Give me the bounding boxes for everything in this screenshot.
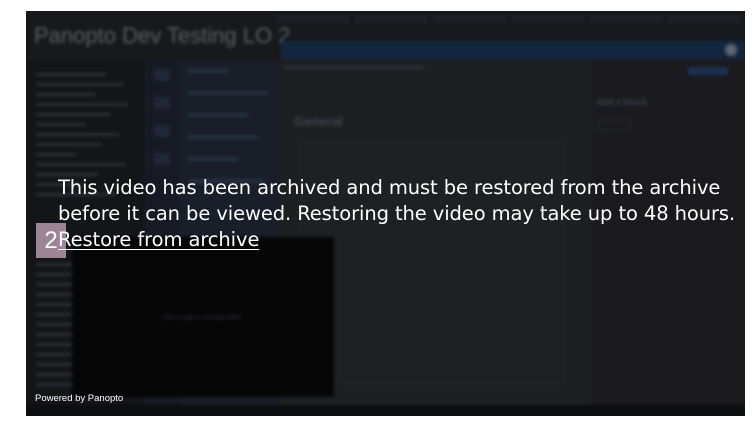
archive-message: This video has been archived and must be…	[58, 175, 738, 253]
video-player[interactable]: Panopto Dev Testing LO 2 General Click t…	[26, 11, 745, 416]
powered-by-label: Powered by Panopto	[35, 393, 124, 404]
archive-message-line1: This video has been archived and must be…	[58, 176, 721, 199]
restore-from-archive-link[interactable]: Restore from archive	[58, 228, 259, 251]
archive-message-line2: before it can be viewed. Restoring the v…	[58, 202, 736, 225]
